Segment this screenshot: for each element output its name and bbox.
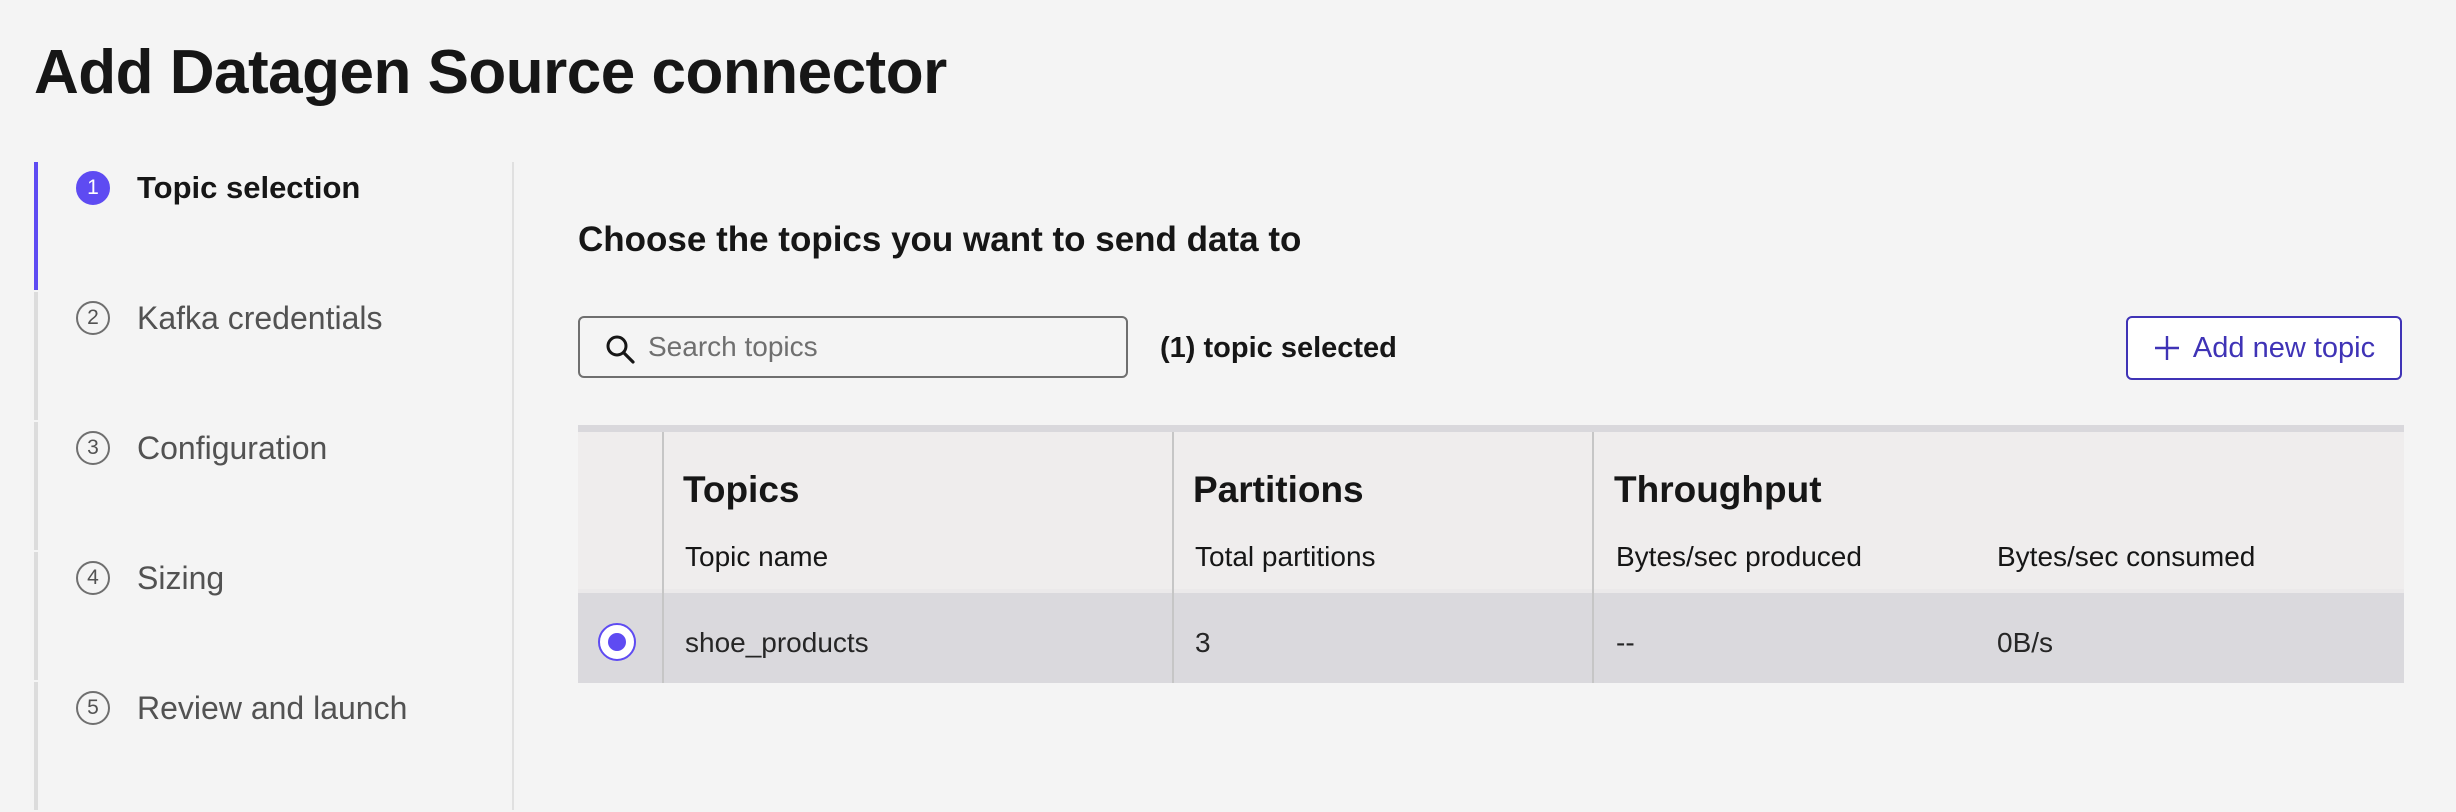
cell-bytes-consumed: 0B/s [1997, 627, 2054, 658]
step-number-5: 5 [76, 691, 110, 725]
search-input[interactable] [648, 318, 1108, 376]
step-label: Review and launch [137, 690, 408, 726]
add-new-topic-label: Add new topic [2192, 331, 2376, 364]
step-label: Configuration [137, 430, 328, 466]
cell-total-partitions: 3 [1195, 627, 1211, 658]
stepper: 1 Topic selection 2 Kafka credentials 3 … [34, 162, 474, 812]
plus-icon [2154, 336, 2179, 360]
add-new-topic-button[interactable]: Add new topic [2126, 316, 2402, 380]
step-label: Topic selection [137, 170, 361, 205]
search-box[interactable] [578, 316, 1128, 378]
topics-table: Topics Partitions Throughput Topic name … [578, 425, 2404, 683]
step-number-1: 1 [76, 171, 110, 205]
column-header-bytes-produced[interactable]: Bytes/sec produced [1616, 540, 1862, 574]
step-number-4: 4 [76, 561, 110, 595]
step-label: Kafka credentials [137, 300, 383, 336]
group-header-throughput: Throughput [1614, 469, 1822, 510]
step-configuration[interactable]: 3 Configuration [34, 422, 474, 550]
column-header-total-partitions[interactable]: Total partitions [1195, 540, 1376, 574]
section-heading: Choose the topics you want to send data … [578, 220, 1302, 259]
group-header-partitions: Partitions [1193, 469, 1364, 510]
vertical-divider [512, 162, 514, 810]
column-header-bytes-consumed[interactable]: Bytes/sec consumed [1997, 540, 2255, 574]
step-number-2: 2 [76, 301, 110, 335]
page-title: Add Datagen Source connector [34, 38, 947, 107]
row-select-radio[interactable] [598, 623, 636, 661]
column-divider [1172, 432, 1174, 683]
cell-topic-name: shoe_products [685, 627, 869, 658]
step-label: Sizing [137, 560, 225, 596]
search-icon [606, 335, 635, 364]
selected-count: (1) topic selected [1160, 332, 1397, 364]
step-number-3: 3 [76, 431, 110, 465]
step-kafka-credentials[interactable]: 2 Kafka credentials [34, 292, 474, 420]
column-header-topic-name[interactable]: Topic name [685, 540, 828, 574]
group-header-topics: Topics [683, 469, 800, 510]
column-divider [1592, 432, 1594, 683]
step-topic-selection[interactable]: 1 Topic selection [34, 162, 474, 290]
step-sizing[interactable]: 4 Sizing [34, 552, 474, 680]
column-divider [662, 432, 664, 683]
cell-bytes-produced: -- [1616, 627, 1635, 658]
step-review-and-launch[interactable]: 5 Review and launch [34, 682, 474, 810]
